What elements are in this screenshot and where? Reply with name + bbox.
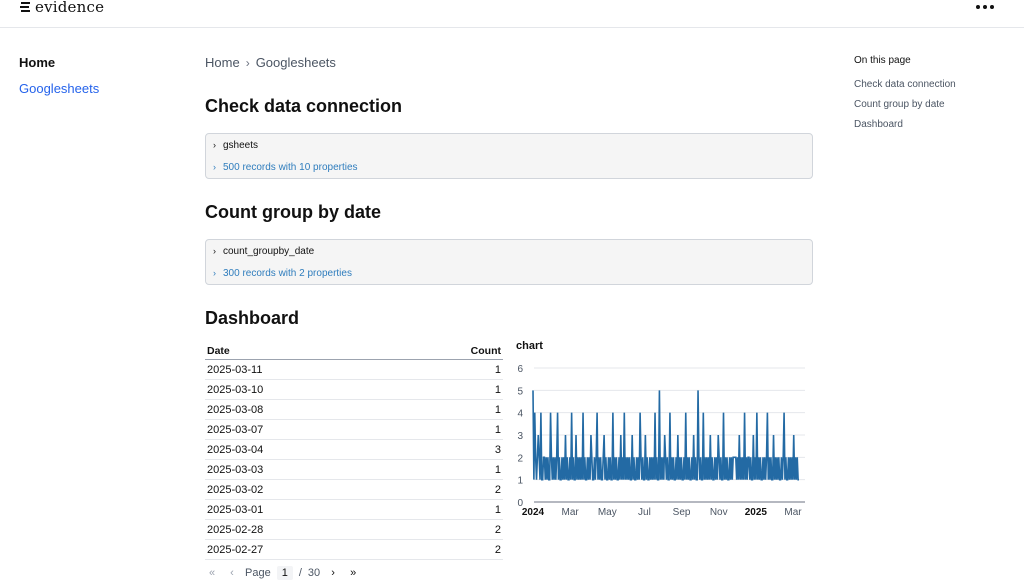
table-row: 2025-03-10 1 — [205, 379, 503, 400]
chevron-right-icon: › — [213, 268, 216, 278]
query-viewer-gsheets: › gsheets › 500 records with 10 properties — [205, 133, 813, 179]
table-header-row: Date Count — [205, 343, 503, 360]
cell-date: 2025-03-03 — [205, 459, 395, 480]
x-tick-label: Jul — [638, 507, 651, 518]
top-bar: evidence — [0, 0, 1024, 28]
cell-date: 2025-03-02 — [205, 479, 395, 500]
y-tick-label: 1 — [517, 476, 523, 487]
table-row: 2025-03-08 1 — [205, 399, 503, 420]
previous-page-icon[interactable]: ‹ — [225, 567, 239, 579]
logo-text: evidence — [35, 0, 105, 16]
logo[interactable]: evidence — [19, 0, 104, 16]
chevron-right-icon: › — [213, 140, 216, 150]
y-tick-label: 2 — [517, 453, 523, 464]
sidebar-item-home[interactable]: Home — [19, 56, 169, 70]
page-label: Page — [245, 567, 271, 579]
query-results-meta: 300 records with 2 properties — [223, 268, 352, 279]
table-row: 2025-03-01 1 — [205, 499, 503, 520]
query-viewer-count-groupby-date: › count_groupby_date › 300 records with 2 … — [205, 239, 813, 285]
line-chart: 01234562024 Mar May Jul Sep Nov 2025 Mar — [517, 364, 805, 518]
table-row: 2025-02-28 2 — [205, 519, 503, 540]
cell-date: 2025-03-08 — [205, 399, 395, 420]
column-header-count[interactable]: Count — [394, 343, 503, 360]
page-total: 30 — [307, 567, 321, 579]
cell-count: 1 — [394, 499, 503, 520]
cell-date: 2025-03-11 — [205, 359, 395, 380]
breadcrumb-current: Googlesheets — [255, 55, 336, 70]
sidebar-item-googlesheets[interactable]: Googlesheets — [19, 82, 169, 96]
cell-date: 2025-03-04 — [205, 439, 395, 460]
chevron-right-icon: › — [213, 162, 216, 172]
query-name: count_groupby_date — [223, 246, 315, 257]
toc-title: On this page — [854, 55, 911, 66]
section-title-count-group-by-date: Count group by date — [205, 202, 381, 222]
column-header-date[interactable]: Date — [205, 343, 395, 360]
table-row: 2025-03-11 1 — [205, 359, 503, 380]
x-tick-label: Mar — [562, 507, 580, 518]
cell-date: 2025-03-01 — [205, 499, 395, 520]
y-tick-label: 3 — [517, 431, 523, 442]
y-tick-label: 4 — [517, 409, 523, 420]
table-row: 2025-02-27 2 — [205, 539, 503, 560]
x-tick-label: 2025 — [745, 507, 768, 518]
cell-count: 1 — [394, 399, 503, 420]
cell-count: 1 — [394, 379, 503, 400]
page-separator: / — [298, 567, 302, 579]
table-row: 2025-03-03 1 — [205, 459, 503, 480]
table-row: 2025-03-02 2 — [205, 479, 503, 500]
y-tick-label: 5 — [517, 386, 523, 397]
pagination: « ‹ Page 1 / 30 › » — [205, 566, 360, 580]
cell-count: 2 — [394, 539, 503, 560]
table-of-contents: On this page Check data connection Count… — [854, 55, 1014, 139]
sidebar-nav: Home Googlesheets — [19, 56, 169, 108]
chevron-right-icon: › — [245, 55, 250, 70]
evidence-logo-icon — [20, 2, 30, 12]
more-menu-icon[interactable] — [976, 0, 998, 14]
query-results-toggle[interactable]: › 300 records with 2 properties — [213, 268, 352, 279]
cell-count: 2 — [394, 519, 503, 540]
chevron-right-icon: › — [213, 246, 216, 256]
cell-count: 1 — [394, 359, 503, 380]
section-title-check-data-connection: Check data connection — [205, 96, 403, 116]
first-page-icon[interactable]: « — [205, 567, 219, 579]
y-tick-label: 6 — [517, 364, 523, 375]
x-tick-label: May — [598, 507, 617, 518]
section-title-dashboard: Dashboard — [205, 308, 300, 328]
x-tick-label: Sep — [673, 507, 691, 518]
breadcrumb-home[interactable]: Home — [205, 55, 240, 70]
x-tick-label: 2024 — [522, 507, 545, 518]
cell-count: 1 — [394, 419, 503, 440]
query-toggle[interactable]: › gsheets — [213, 140, 258, 151]
table-row: 2025-03-07 1 — [205, 419, 503, 440]
cell-date: 2025-03-07 — [205, 419, 395, 440]
breadcrumb: Home › Googlesheets — [205, 55, 336, 70]
toc-item-check-data-connection[interactable]: Check data connection — [854, 79, 1014, 91]
x-tick-label: Mar — [784, 507, 802, 518]
cell-date: 2025-02-27 — [205, 539, 395, 560]
x-tick-label: Nov — [710, 507, 728, 518]
query-results-toggle[interactable]: › 500 records with 10 properties — [213, 162, 358, 173]
cell-date: 2025-02-28 — [205, 519, 395, 540]
cell-count: 1 — [394, 459, 503, 480]
page-number-input[interactable]: 1 — [276, 566, 293, 580]
toc-item-dashboard[interactable]: Dashboard — [854, 119, 1014, 131]
cell-count: 2 — [394, 479, 503, 500]
query-name: gsheets — [223, 140, 259, 151]
query-toggle[interactable]: › count_groupby_date — [213, 246, 314, 257]
next-page-icon[interactable]: › — [326, 567, 340, 579]
chart-title: chart — [516, 340, 543, 352]
last-page-icon[interactable]: » — [346, 567, 360, 579]
cell-count: 3 — [394, 439, 503, 460]
query-results-meta: 500 records with 10 properties — [223, 162, 358, 173]
toc-item-count-group-by-date[interactable]: Count group by date — [854, 99, 1014, 111]
data-table: Date Count 2025-03-11 1 2025-03-10 1 2025-03… — [205, 343, 503, 560]
table-row: 2025-03-04 3 — [205, 439, 503, 460]
cell-date: 2025-03-10 — [205, 379, 395, 400]
